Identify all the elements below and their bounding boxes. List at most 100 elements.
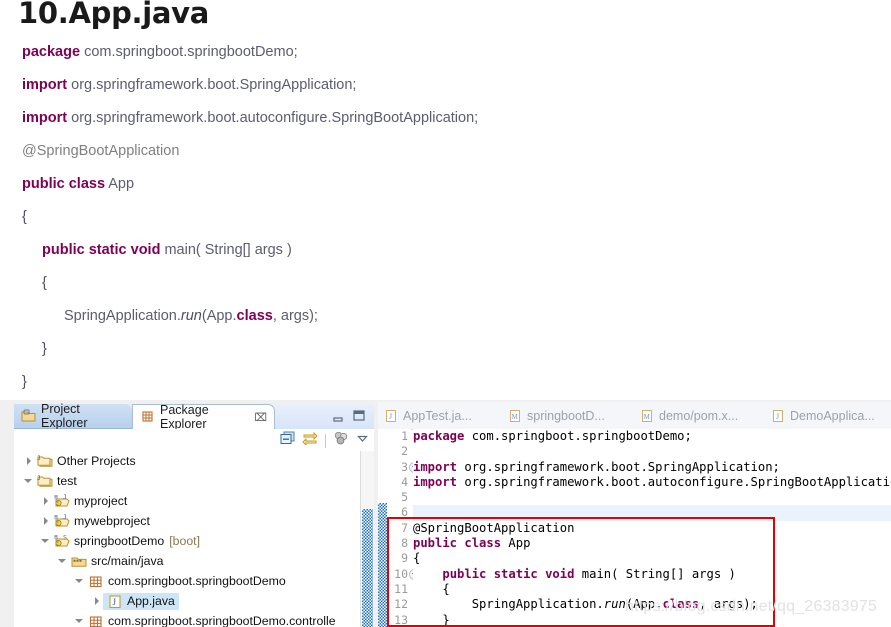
svg-text:J: J [63,494,67,501]
java-file-icon: J [107,594,123,609]
chevron-right-icon[interactable] [24,456,35,467]
tree-item[interactable]: J Other Projects [14,451,360,471]
code-token: package [413,429,465,443]
editor-code-line[interactable]: import org.springframework.boot.autoconf… [413,475,891,490]
code-token: SpringApplication. [64,308,181,324]
chevron-right-icon[interactable] [41,496,52,507]
code-token: } [22,374,27,390]
svg-text:J: J [389,412,392,421]
tree-item-content[interactable]: M S! springbootDemo [boot] [52,533,201,549]
editor-code-line[interactable]: import org.springframework.boot.SpringAp… [413,460,891,475]
source-folder-icon [71,554,87,569]
chevron-right-icon[interactable] [92,596,103,607]
article-code-line: package com.springboot.springbootDemo; [22,44,298,60]
tree-item-content[interactable]: com.springboot.springbootDemo.controlle [86,614,336,627]
code-token: App [501,536,531,551]
view-menu-focus-icon[interactable] [333,431,349,450]
tree-item[interactable]: Jtest [14,471,360,491]
line-number: 3 [387,460,420,475]
editor-code-line[interactable] [413,490,891,505]
editor-tab-bar: J AppTest.ja... MspringbootD... Mdemo/pom.x… [378,402,891,430]
svg-text:S: S [63,534,67,541]
svg-text:M: M [512,413,519,421]
chevron-down-icon[interactable] [75,616,86,627]
line-number: 6 [387,505,411,520]
tree-item[interactable]: M J! mywebproject [14,511,360,531]
explorer-tab-package[interactable]: Package Explorer ⌧ [132,403,275,431]
collapse-all-icon[interactable] [280,431,295,450]
code-token: com.springboot.springbootDemo; [464,429,692,443]
editor-line-numbers: 1 2 3 4 5 6 7 8 9 10 11 12 13 [387,429,420,627]
editor-code-line[interactable]: package com.springboot.springbootDemo; [413,429,891,444]
editor-tab[interactable]: MspringbootD... [502,405,611,427]
tree-item-label: test [57,474,77,488]
line-number: 4 [387,475,411,490]
watermark-text: https://blog.csdn.net/qq_26383975 [625,598,878,615]
package-explorer-tree[interactable]: J Other Projects Jtest M J! myproject M J! myweb… [14,451,360,627]
explorer-tab-label: Package Explorer [160,403,209,431]
chevron-down-icon[interactable] [24,476,35,487]
explorer-scrollbar[interactable] [360,451,374,627]
tree-item-label: com.springboot.springbootDemo [108,574,286,588]
editor-tab-label: DemoApplica... [790,409,875,423]
explorer-tab-bar: Project Explorer Package Explorer ⌧ [14,402,374,431]
editor-tab[interactable]: Mdemo/pom.x... [634,405,744,427]
maven-java-project-icon: M J! [54,514,70,529]
java-working-set-icon: J [37,454,53,469]
tree-item-content[interactable]: J Other Projects [35,454,136,469]
tree-item[interactable]: com.springboot.springbootDemo [14,571,360,591]
line-number: 8 [387,536,411,551]
chevron-down-icon[interactable] [41,536,52,547]
article-region: 10.App.java package com.springboot.sprin… [0,0,891,400]
tree-item-content[interactable]: M J! mywebproject [52,514,150,529]
maximize-icon[interactable] [353,409,365,421]
code-token: { [413,551,421,566]
close-icon[interactable]: ⌧ [254,411,267,424]
editor-tab[interactable]: J AppTest.ja... [378,405,478,427]
line-number-text: 1 [401,429,408,443]
editor-code-line[interactable]: public static void main( String[] args ) [413,567,891,582]
code-token: org.springframework.boot.SpringApplicati… [457,459,780,474]
editor-tab[interactable]: J DemoApplica... [765,405,881,427]
code-token: } [42,341,47,357]
tree-item-content[interactable]: M J! myproject [52,494,128,509]
svg-text:J: J [63,514,67,521]
chevron-down-icon[interactable] [356,432,369,450]
tree-item[interactable]: J App.java [14,591,360,611]
explorer-scrollbar-thumb[interactable] [362,509,373,627]
editor-code-line[interactable] [413,505,891,521]
code-token: import [22,110,68,126]
chevron-down-icon[interactable] [75,576,86,587]
line-number-text: 6 [401,505,408,520]
maven-file-icon: M [640,409,654,423]
minimize-icon[interactable] [333,410,344,422]
editor-code-line[interactable] [413,444,891,459]
line-number: 10 [387,567,420,582]
java-working-set-icon: J [37,474,53,489]
line-number: 5 [387,490,411,505]
tree-item-content[interactable]: src/main/java [69,554,163,569]
line-number: 1 [387,429,411,444]
editor-code-line[interactable]: public class App [413,536,891,551]
editor-code-line[interactable]: @SpringBootApplication [413,521,891,536]
editor-code-line[interactable]: { [413,582,891,597]
code-token: org.springframework.boot.SpringApplicati… [67,77,357,93]
tree-item[interactable]: M S! springbootDemo [boot] [14,531,360,551]
chevron-down-icon[interactable] [58,556,69,567]
tree-item-content[interactable]: Jtest [35,474,77,489]
chevron-right-icon[interactable] [41,516,52,527]
line-number: 13 [387,613,411,627]
tree-item[interactable]: src/main/java [14,551,360,571]
explorer-tab-project[interactable]: Project Explorer [14,402,132,430]
editor-code-line[interactable]: { [413,551,891,566]
line-number-text: 12 [394,597,408,612]
tree-item[interactable]: M J! myproject [14,491,360,511]
code-token: import [413,459,458,474]
tree-item[interactable]: com.springboot.springbootDemo.controlle [14,611,360,627]
link-with-editor-icon[interactable] [302,431,318,450]
package-explorer-icon [140,410,155,424]
svg-text:J: J [37,455,41,462]
tree-item-content[interactable]: com.springboot.springbootDemo [86,574,286,589]
maven-java-project-icon: M J! [54,494,70,509]
tree-item-content[interactable]: J App.java [103,592,179,610]
